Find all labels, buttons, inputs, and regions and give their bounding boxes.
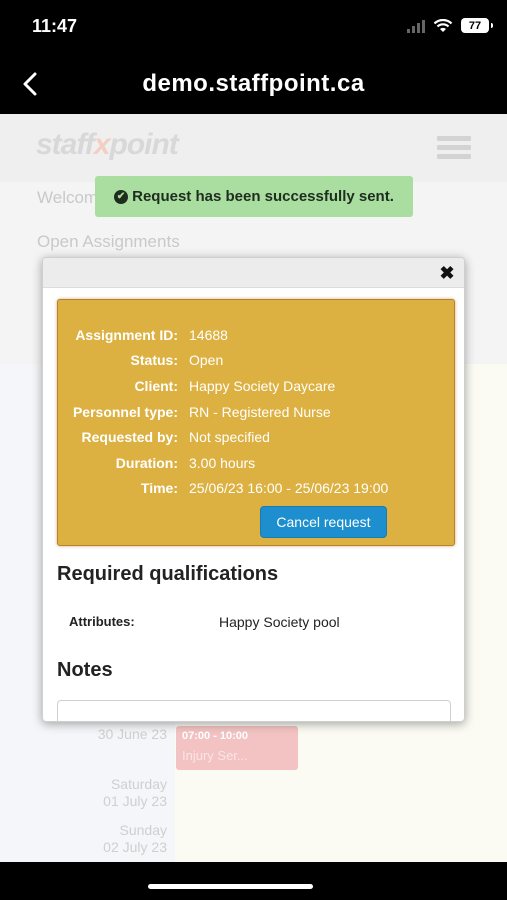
hamburger-menu-icon[interactable] [437, 136, 471, 160]
notes-field[interactable] [57, 700, 451, 721]
detail-value: Happy Society Daycare [189, 378, 336, 394]
calendar-day-line1: Saturday [110, 776, 167, 792]
calendar-day-line2: 01 July 23 [103, 793, 167, 809]
logo-x: x [93, 128, 111, 161]
logo-text-left: staff [36, 128, 95, 161]
success-toast: ✔ Request has been successfully sent. [95, 176, 413, 217]
detail-row: Assignment ID: 14688 [58, 327, 454, 347]
cellular-signal-icon [407, 19, 425, 33]
calendar-day-label: 30 June 23 [98, 726, 167, 743]
detail-label: Time: [140, 480, 178, 496]
browser-bar: demo.staffpoint.ca [0, 56, 507, 114]
qualifications-heading: Required qualifications [57, 563, 279, 585]
status-icons: 77 [407, 18, 493, 33]
detail-value: 3.00 hours [189, 455, 256, 471]
calendar-day-label: Saturday 01 July 23 [103, 776, 167, 810]
event-time: 07:00 - 10:00 [182, 730, 249, 742]
detail-label: Requested by: [81, 429, 178, 445]
battery-icon: 77 [461, 18, 493, 33]
modal-header: ✖ [43, 258, 464, 288]
detail-row: Time: 25/06/23 16:00 - 25/06/23 19:00 [58, 480, 454, 500]
attributes-value: Happy Society pool [219, 614, 340, 630]
wifi-icon [433, 18, 453, 32]
assignment-details: Assignment ID: 14688 Status: Open Client… [57, 299, 455, 546]
calendar-event[interactable]: 07:00 - 10:00 Injury Ser... [176, 726, 298, 770]
event-name: Injury Ser... [182, 748, 248, 763]
detail-row: Personnel type: RN - Registered Nurse [58, 404, 454, 424]
detail-row: Status: Open [58, 352, 454, 372]
open-assignments-link[interactable]: Open Assignments [37, 232, 180, 252]
detail-label: Assignment ID: [75, 327, 178, 343]
detail-label: Status: [130, 352, 178, 368]
status-bar: 11:47 77 [0, 0, 507, 56]
detail-label: Duration: [115, 455, 178, 471]
detail-value: Not specified [189, 429, 270, 445]
home-bar-area [0, 862, 507, 900]
attributes-label: Attributes: [69, 614, 135, 629]
logo-text-right: point [109, 128, 179, 161]
notes-heading: Notes [57, 659, 113, 681]
cancel-request-button[interactable]: Cancel request [260, 506, 387, 538]
check-circle-icon: ✔ [114, 189, 129, 204]
calendar-day-label: Sunday 02 July 23 [103, 822, 167, 856]
assignment-modal: ✖ Assignment ID: 14688 Status: Open Clie… [42, 257, 465, 722]
home-indicator[interactable] [148, 884, 313, 889]
detail-value: Open [189, 352, 224, 368]
calendar-day-line1: 30 June 23 [97, 726, 167, 742]
detail-label: Personnel type: [72, 404, 178, 420]
site-header: staffxpoint [0, 114, 507, 182]
detail-row: Duration: 3.00 hours [58, 455, 454, 475]
detail-value: RN - Registered Nurse [189, 404, 331, 420]
toast-message: Request has been successfully sent. [132, 188, 394, 205]
detail-value: 14688 [189, 327, 228, 343]
detail-label: Client: [134, 378, 178, 394]
calendar-day-line2: 02 July 23 [103, 839, 167, 855]
detail-row: Requested by: Not specified [58, 429, 454, 449]
calendar-day-line1: Sunday [119, 822, 167, 838]
browser-title: demo.staffpoint.ca [142, 70, 365, 97]
close-icon[interactable]: ✖ [438, 264, 456, 282]
staffpoint-logo[interactable]: staffxpoint [36, 128, 179, 162]
status-time: 11:47 [32, 16, 78, 36]
detail-row: Client: Happy Society Daycare [58, 378, 454, 398]
detail-value: 25/06/23 16:00 - 25/06/23 19:00 [189, 480, 389, 496]
